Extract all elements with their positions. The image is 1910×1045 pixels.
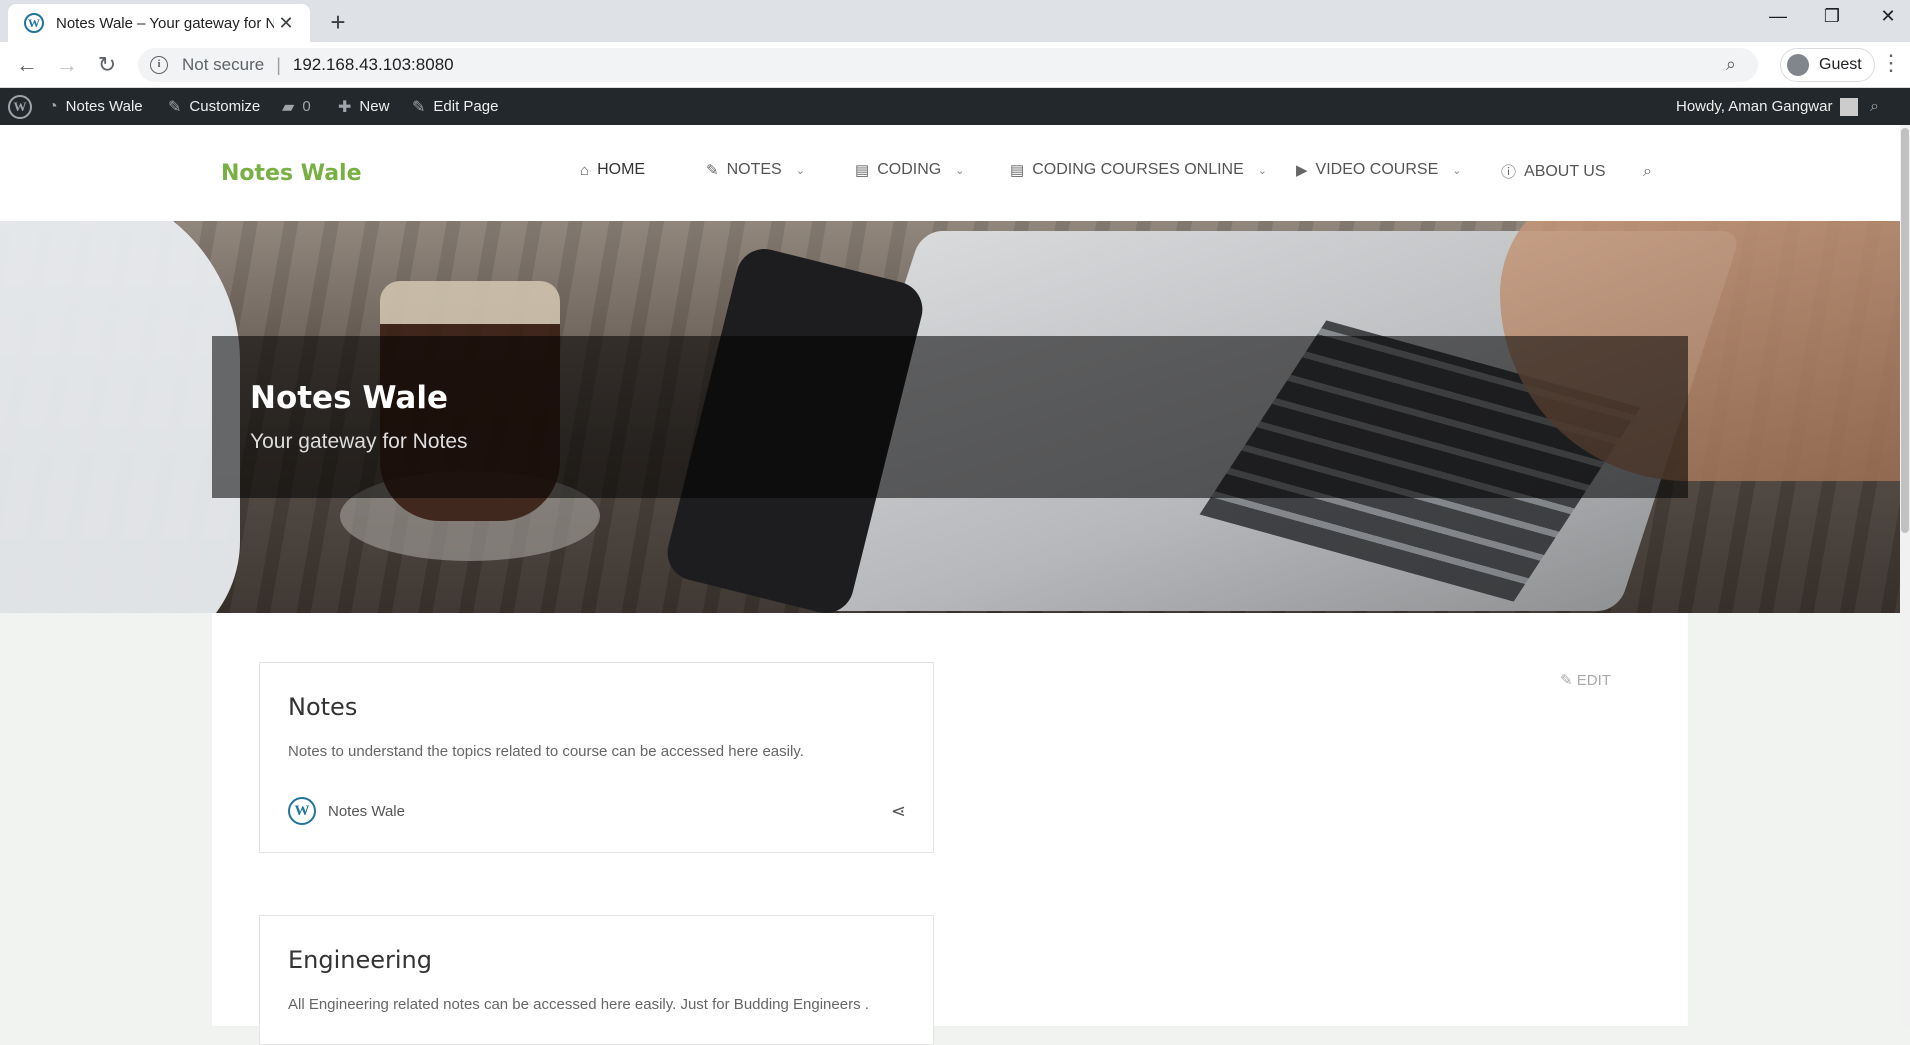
avatar: [1840, 97, 1859, 116]
brush-icon: ✎: [168, 98, 182, 116]
url-text[interactable]: 192.168.43.103:8080: [293, 55, 454, 75]
edit-link[interactable]: ✎ EDIT: [1560, 671, 1611, 689]
post-card[interactable]: Notes Notes to understand the topics rel…: [259, 662, 934, 853]
home-icon: ⌂: [580, 161, 590, 179]
scrollbar[interactable]: [1900, 125, 1910, 1026]
zoom-icon[interactable]: ⌕: [1726, 54, 1736, 75]
reload-icon[interactable]: ↻: [92, 50, 122, 80]
forward-icon[interactable]: →: [52, 50, 82, 80]
menu-item-video-course[interactable]: ▶ VIDEO COURSE ⌄: [1296, 161, 1461, 179]
search-icon: ⌕: [1870, 97, 1879, 115]
profile-button[interactable]: Guest: [1780, 48, 1875, 82]
wordpress-icon: W: [288, 797, 316, 825]
info-icon: ⓘ: [1501, 164, 1517, 181]
avatar: [1787, 54, 1809, 76]
maximize-icon[interactable]: ❐: [1812, 6, 1852, 27]
comment-icon: ▰: [282, 98, 295, 116]
hero-title: Notes Wale: [250, 380, 448, 416]
site-header: Notes Wale ⌂ HOME ✎ NOTES ⌄ ▤ CODING ⌄ ▤…: [0, 125, 1900, 221]
chevron-down-icon: ⌄: [955, 164, 965, 177]
chevron-down-icon: ⌄: [1257, 164, 1267, 177]
minimize-icon[interactable]: —: [1758, 6, 1798, 27]
site-title[interactable]: Notes Wale: [221, 161, 362, 186]
pencil-icon: ✎: [412, 98, 426, 116]
chevron-down-icon: ⌄: [1452, 164, 1462, 177]
hero-tagline: Your gateway for Notes: [250, 430, 468, 453]
admin-new[interactable]: ✚ New: [338, 88, 389, 125]
menu-item-notes[interactable]: ✎ NOTES ⌄: [706, 161, 805, 179]
hero-overlay: Notes Wale Your gateway for Notes: [212, 336, 1688, 498]
card-title[interactable]: Notes: [288, 693, 357, 721]
card-author[interactable]: Notes Wale: [328, 803, 891, 820]
hero-banner: Notes Wale Your gateway for Notes: [0, 221, 1900, 613]
menu-item-coding[interactable]: ▤ CODING ⌄: [855, 161, 964, 179]
dashboard-icon: ◔: [48, 97, 58, 115]
browser-toolbar: ← → ↻ i Not secure | 192.168.43.103:8080…: [0, 42, 1910, 88]
admin-comments[interactable]: ▰ 0: [282, 88, 311, 125]
info-icon[interactable]: i: [150, 56, 168, 74]
back-icon[interactable]: ←: [12, 50, 42, 80]
wordpress-icon: W: [8, 94, 32, 119]
wordpress-icon: W: [24, 13, 44, 33]
menu-item-about-us[interactable]: ⓘ ABOUT US: [1501, 161, 1606, 182]
video-icon: ▶: [1296, 162, 1308, 179]
browser-tab[interactable]: W Notes Wale – Your gateway for N ✕: [8, 4, 310, 42]
edit-icon: ✎: [706, 162, 719, 179]
plus-icon: ✚: [338, 98, 352, 116]
address-separator: |: [276, 54, 281, 75]
file-code-icon: ▤: [855, 162, 870, 179]
wp-admin-bar: W ◔ Notes Wale ✎ Customize ▰ 0 ✚ New ✎ E…: [0, 88, 1910, 125]
file-code-icon: ▤: [1010, 162, 1025, 179]
close-tab-icon[interactable]: ✕: [274, 13, 298, 34]
chevron-down-icon: ⌄: [795, 164, 805, 177]
profile-label: Guest: [1819, 56, 1862, 73]
scroll-thumb[interactable]: [1901, 128, 1909, 533]
menu-item-home[interactable]: ⌂ HOME: [580, 161, 645, 179]
hero-image-shirt: [0, 221, 240, 613]
new-tab-icon[interactable]: +: [324, 7, 352, 38]
main-content: ✎ EDIT Notes Notes to understand the top…: [212, 613, 1688, 1045]
browser-tab-strip: W Notes Wale – Your gateway for N ✕ + — …: [0, 0, 1910, 42]
admin-search[interactable]: ⌕: [1870, 88, 1887, 125]
menu-icon[interactable]: ⋮: [1880, 50, 1902, 76]
security-label[interactable]: Not secure: [182, 55, 264, 75]
wp-logo-menu[interactable]: W: [8, 88, 32, 125]
search-icon[interactable]: ⌕: [1643, 163, 1652, 181]
tab-title: Notes Wale – Your gateway for N: [56, 14, 274, 32]
menu-item-coding-courses-online[interactable]: ▤ CODING COURSES ONLINE ⌄: [1010, 161, 1267, 179]
close-window-icon[interactable]: ✕: [1868, 6, 1908, 27]
admin-howdy[interactable]: Howdy, Aman Gangwar: [1676, 88, 1859, 125]
admin-edit-page[interactable]: ✎ Edit Page: [412, 88, 498, 125]
card-description: All Engineering related notes can be acc…: [288, 996, 869, 1013]
card-footer: W Notes Wale ⋖: [288, 797, 906, 825]
share-icon[interactable]: ⋖: [891, 801, 906, 822]
card-title[interactable]: Engineering: [288, 946, 432, 974]
card-description: Notes to understand the topics related t…: [288, 743, 804, 760]
admin-site-name[interactable]: ◔ Notes Wale: [48, 88, 143, 125]
address-bar[interactable]: i Not secure | 192.168.43.103:8080 ⌕: [138, 48, 1758, 82]
admin-customize[interactable]: ✎ Customize: [168, 88, 260, 125]
